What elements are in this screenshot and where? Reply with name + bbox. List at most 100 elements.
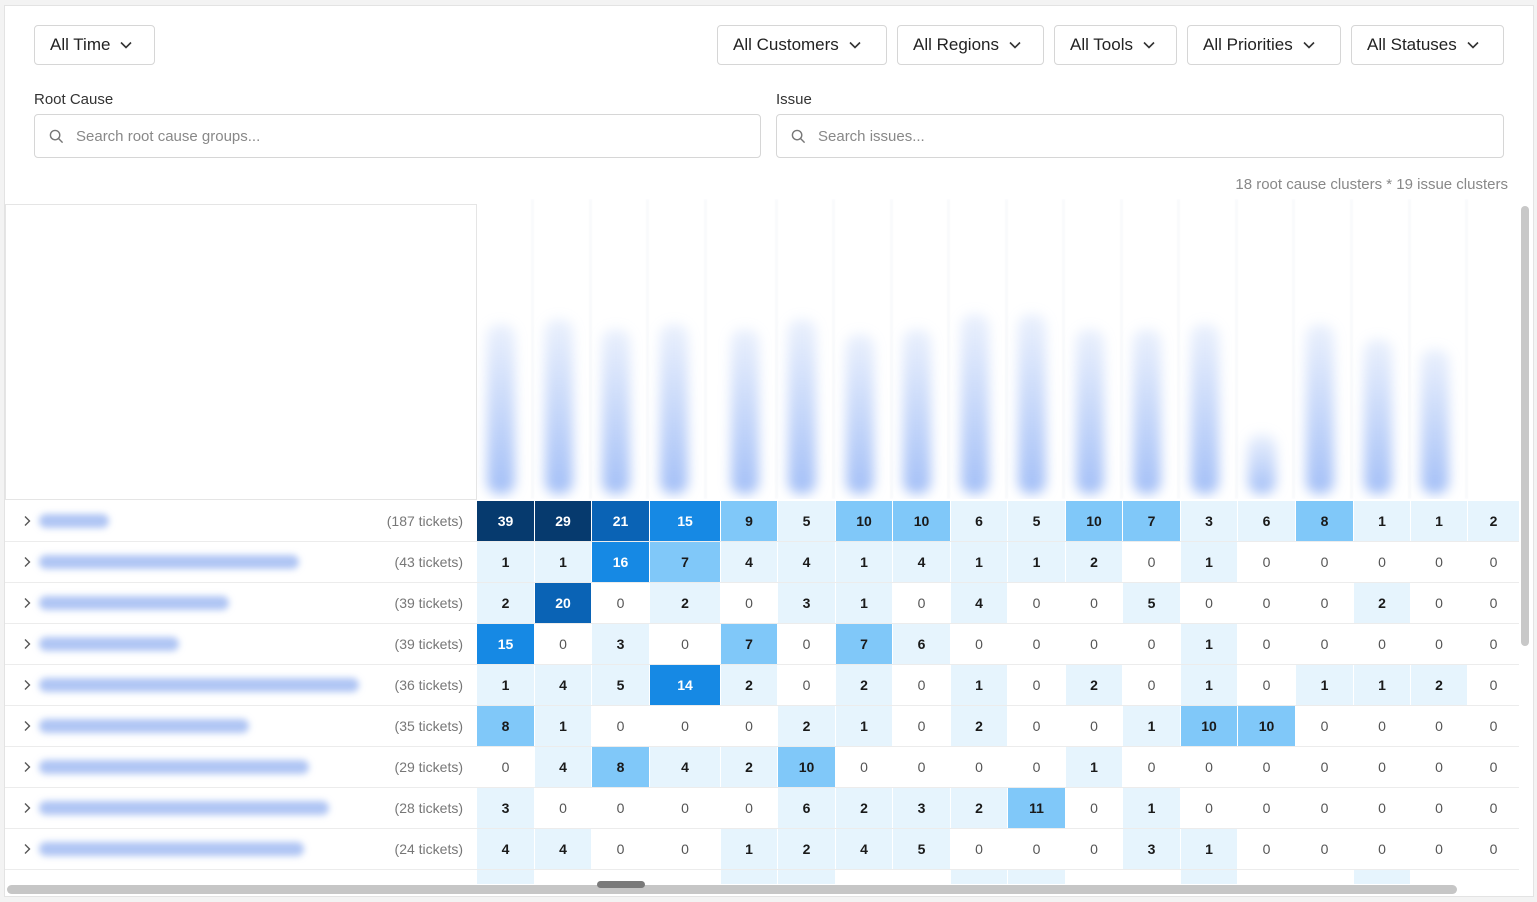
column-header-label[interactable] — [788, 319, 816, 494]
matrix-cell[interactable]: 0 — [778, 624, 836, 664]
matrix-cell[interactable]: 3 — [778, 583, 836, 623]
column-header-label[interactable] — [731, 329, 759, 494]
statuses-filter-dropdown[interactable]: All Statuses — [1351, 25, 1504, 65]
matrix-cell[interactable]: 11 — [1008, 788, 1066, 828]
matrix-cell[interactable]: 10 — [893, 501, 951, 541]
matrix-cell[interactable]: 10 — [1238, 706, 1296, 746]
matrix-cell[interactable]: 3 — [477, 788, 535, 828]
matrix-cell[interactable]: 0 — [1354, 747, 1411, 787]
matrix-cell[interactable]: 2 — [1066, 542, 1123, 582]
table-row[interactable]: (28 tickets) 3 0 0 0 0 6 2 3 2 11 0 1 0 0 0 0 0 0 — [5, 788, 1520, 829]
matrix-cell[interactable]: 4 — [721, 542, 778, 582]
root-cause-search-input[interactable] — [74, 126, 706, 146]
root-cause-name[interactable] — [39, 760, 309, 774]
matrix-cell[interactable]: 0 — [1066, 829, 1123, 869]
matrix-cell[interactable]: 5 — [1008, 501, 1066, 541]
matrix-cell[interactable]: 0 — [1411, 542, 1468, 582]
matrix-cell[interactable]: 5 — [592, 665, 650, 705]
matrix-cell[interactable]: 1 — [1181, 542, 1238, 582]
matrix-cell[interactable]: 8 — [1296, 501, 1354, 541]
matrix-cell[interactable]: 0 — [1008, 829, 1066, 869]
matrix-cell[interactable]: 3 — [1181, 501, 1238, 541]
matrix-cell[interactable]: 0 — [1008, 624, 1066, 664]
matrix-cell[interactable]: 4 — [650, 747, 721, 787]
matrix-cell[interactable]: 8 — [477, 706, 535, 746]
matrix-cell[interactable]: 0 — [1238, 747, 1296, 787]
matrix-cell[interactable]: 0 — [1411, 829, 1468, 869]
root-cause-name[interactable] — [39, 637, 179, 651]
root-cause-name[interactable] — [39, 596, 229, 610]
matrix-cell[interactable]: 0 — [893, 747, 951, 787]
matrix-cell[interactable]: 0 — [1468, 706, 1520, 746]
table-row[interactable]: (187 tickets) 39 29 21 15 9 5 10 10 6 5 10 7 3 6 8 1 1 2 — [5, 501, 1520, 542]
horizontal-scrollbar[interactable] — [7, 885, 1457, 894]
column-header-label[interactable] — [846, 334, 874, 494]
matrix-cell[interactable]: 7 — [1123, 501, 1181, 541]
chevron-right-icon[interactable] — [19, 677, 35, 693]
issue-search-input[interactable] — [816, 126, 1449, 146]
matrix-cell[interactable]: 2 — [951, 788, 1008, 828]
column-header-label[interactable] — [961, 314, 989, 494]
matrix-cell[interactable]: 2 — [721, 747, 778, 787]
matrix-cell[interactable]: 15 — [650, 501, 721, 541]
matrix-cell[interactable]: 0 — [1468, 542, 1520, 582]
matrix-cell[interactable]: 0 — [1066, 583, 1123, 623]
root-cause-name[interactable] — [39, 842, 304, 856]
time-filter-dropdown[interactable]: All Time — [34, 25, 155, 65]
matrix-cell[interactable]: 7 — [836, 624, 893, 664]
matrix-cell[interactable]: 0 — [1296, 829, 1354, 869]
matrix-cell[interactable]: 1 — [477, 542, 535, 582]
matrix-cell[interactable]: 20 — [535, 583, 592, 623]
table-row[interactable]: (39 tickets) 2 20 0 2 0 3 1 0 4 0 0 5 0 0 0 2 0 0 — [5, 583, 1520, 624]
table-row[interactable]: (24 tickets) 4 4 0 0 1 2 4 5 0 0 0 3 1 0 0 0 0 0 — [5, 829, 1520, 870]
matrix-cell[interactable]: 0 — [1123, 747, 1181, 787]
matrix-cell[interactable]: 0 — [1008, 706, 1066, 746]
matrix-cell[interactable]: 7 — [721, 624, 778, 664]
matrix-cell[interactable]: 6 — [951, 501, 1008, 541]
matrix-cell[interactable]: 10 — [1181, 706, 1238, 746]
table-row[interactable]: (36 tickets) 1 4 5 14 2 0 2 0 1 0 2 0 1 0 1 1 2 0 — [5, 665, 1520, 706]
matrix-cell[interactable]: 4 — [951, 583, 1008, 623]
matrix-cell[interactable]: 0 — [1411, 624, 1468, 664]
matrix-cell[interactable]: 0 — [1123, 665, 1181, 705]
column-header-label[interactable] — [487, 324, 515, 494]
matrix-cell[interactable]: 39 — [477, 501, 535, 541]
matrix-cell[interactable]: 1 — [1181, 665, 1238, 705]
matrix-cell[interactable]: 1 — [1181, 624, 1238, 664]
matrix-cell[interactable]: 0 — [535, 624, 592, 664]
matrix-cell[interactable]: 1 — [951, 542, 1008, 582]
matrix-cell[interactable]: 0 — [1354, 706, 1411, 746]
matrix-cell[interactable]: 0 — [1411, 583, 1468, 623]
matrix-cell[interactable]: 0 — [1468, 583, 1520, 623]
matrix-cell[interactable]: 0 — [1411, 706, 1468, 746]
matrix-cell[interactable]: 0 — [1296, 706, 1354, 746]
matrix-cell[interactable]: 0 — [1354, 829, 1411, 869]
matrix-cell[interactable]: 1 — [1181, 829, 1238, 869]
column-header-label[interactable] — [602, 329, 630, 494]
root-cause-name[interactable] — [39, 801, 329, 815]
matrix-cell[interactable]: 0 — [951, 624, 1008, 664]
matrix-cell[interactable]: 2 — [721, 665, 778, 705]
matrix-cell[interactable]: 1 — [1354, 665, 1411, 705]
matrix-cell[interactable]: 10 — [836, 501, 893, 541]
matrix-cell[interactable]: 3 — [592, 624, 650, 664]
matrix-cell[interactable]: 2 — [1066, 665, 1123, 705]
matrix-cell[interactable]: 0 — [650, 829, 721, 869]
matrix-cell[interactable]: 2 — [1468, 501, 1520, 541]
matrix-cell[interactable]: 3 — [1123, 829, 1181, 869]
matrix-cell[interactable]: 2 — [477, 583, 535, 623]
matrix-cell[interactable]: 0 — [951, 829, 1008, 869]
matrix-cell[interactable]: 1 — [535, 542, 592, 582]
matrix-cell[interactable]: 1 — [836, 583, 893, 623]
column-header-label[interactable] — [1364, 339, 1392, 494]
matrix-cell[interactable]: 0 — [1008, 665, 1066, 705]
matrix-cell[interactable]: 2 — [836, 665, 893, 705]
chevron-right-icon[interactable] — [19, 595, 35, 611]
matrix-cell[interactable]: 29 — [535, 501, 592, 541]
matrix-cell[interactable]: 10 — [778, 747, 836, 787]
matrix-cell[interactable]: 0 — [1354, 624, 1411, 664]
matrix-cell[interactable]: 0 — [721, 583, 778, 623]
column-header-label[interactable] — [1191, 324, 1219, 494]
matrix-cell[interactable]: 0 — [1181, 788, 1238, 828]
matrix-cell[interactable]: 0 — [721, 788, 778, 828]
